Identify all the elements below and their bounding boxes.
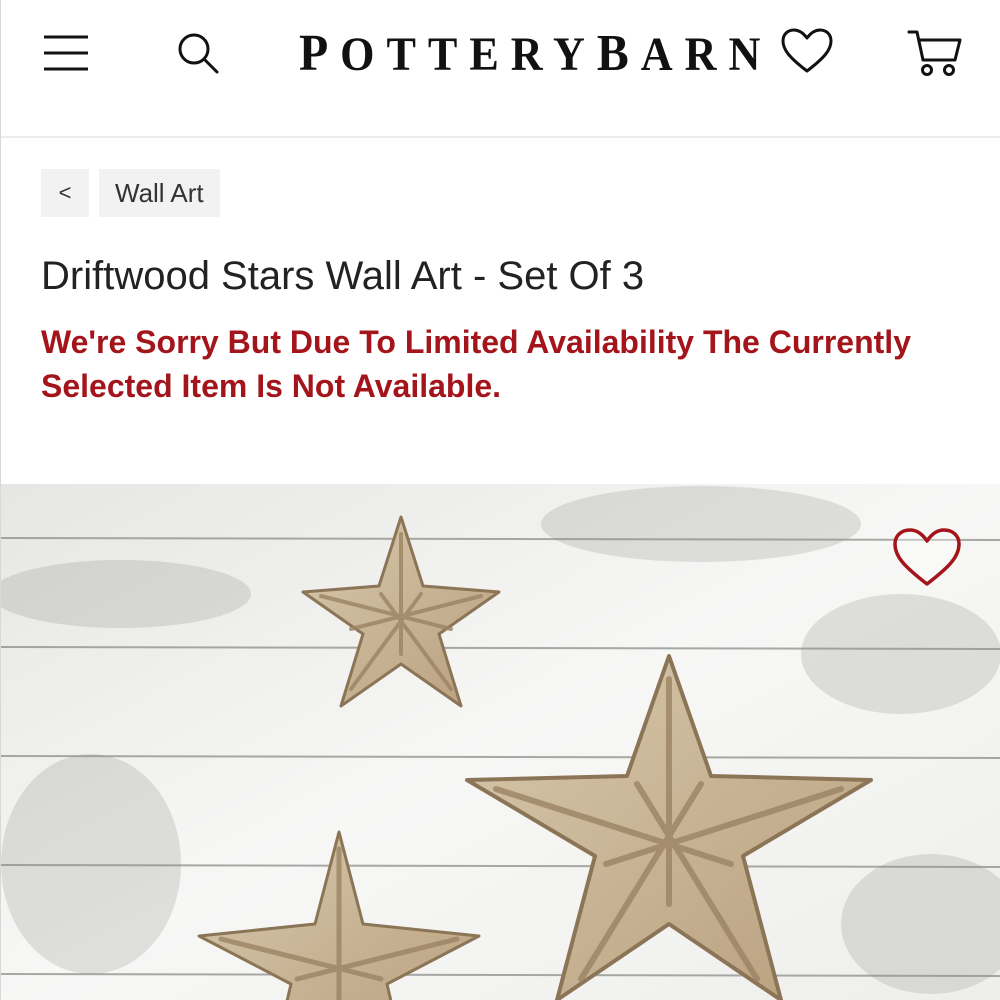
hamburger-menu-icon (44, 35, 88, 71)
site-header: POTTERYBARN (1, 0, 1000, 138)
heart-outline-icon (893, 528, 961, 586)
heart-icon (781, 28, 833, 73)
logo-word-arn: ARN (640, 28, 773, 81)
cart-button[interactable] (897, 20, 973, 86)
wishlist-button[interactable] (771, 18, 843, 84)
breadcrumb-back-button[interactable]: < (41, 169, 89, 217)
product-title: Driftwood Stars Wall Art - Set Of 3 (41, 254, 645, 298)
logo-initial-p: P (299, 25, 341, 82)
menu-button[interactable] (31, 20, 101, 86)
site-logo[interactable]: POTTERYBARN (299, 24, 760, 84)
cart-icon (907, 30, 962, 76)
search-button[interactable] (163, 20, 233, 86)
product-page: POTTERYBARN < Wall Art Driftwood Stars W… (0, 0, 1000, 1000)
logo-word-ottery: OTTERY (340, 28, 597, 81)
breadcrumb-wall-art-link[interactable]: Wall Art (99, 169, 220, 217)
search-icon (178, 33, 219, 74)
image-favorite-button[interactable] (885, 520, 969, 596)
availability-notice: We're Sorry But Due To Limited Availabil… (41, 324, 911, 404)
breadcrumb: < Wall Art (41, 169, 220, 217)
driftwood-stars-photo (1, 484, 1000, 1000)
logo-initial-b: B (596, 25, 641, 82)
product-image[interactable] (1, 484, 1000, 1000)
